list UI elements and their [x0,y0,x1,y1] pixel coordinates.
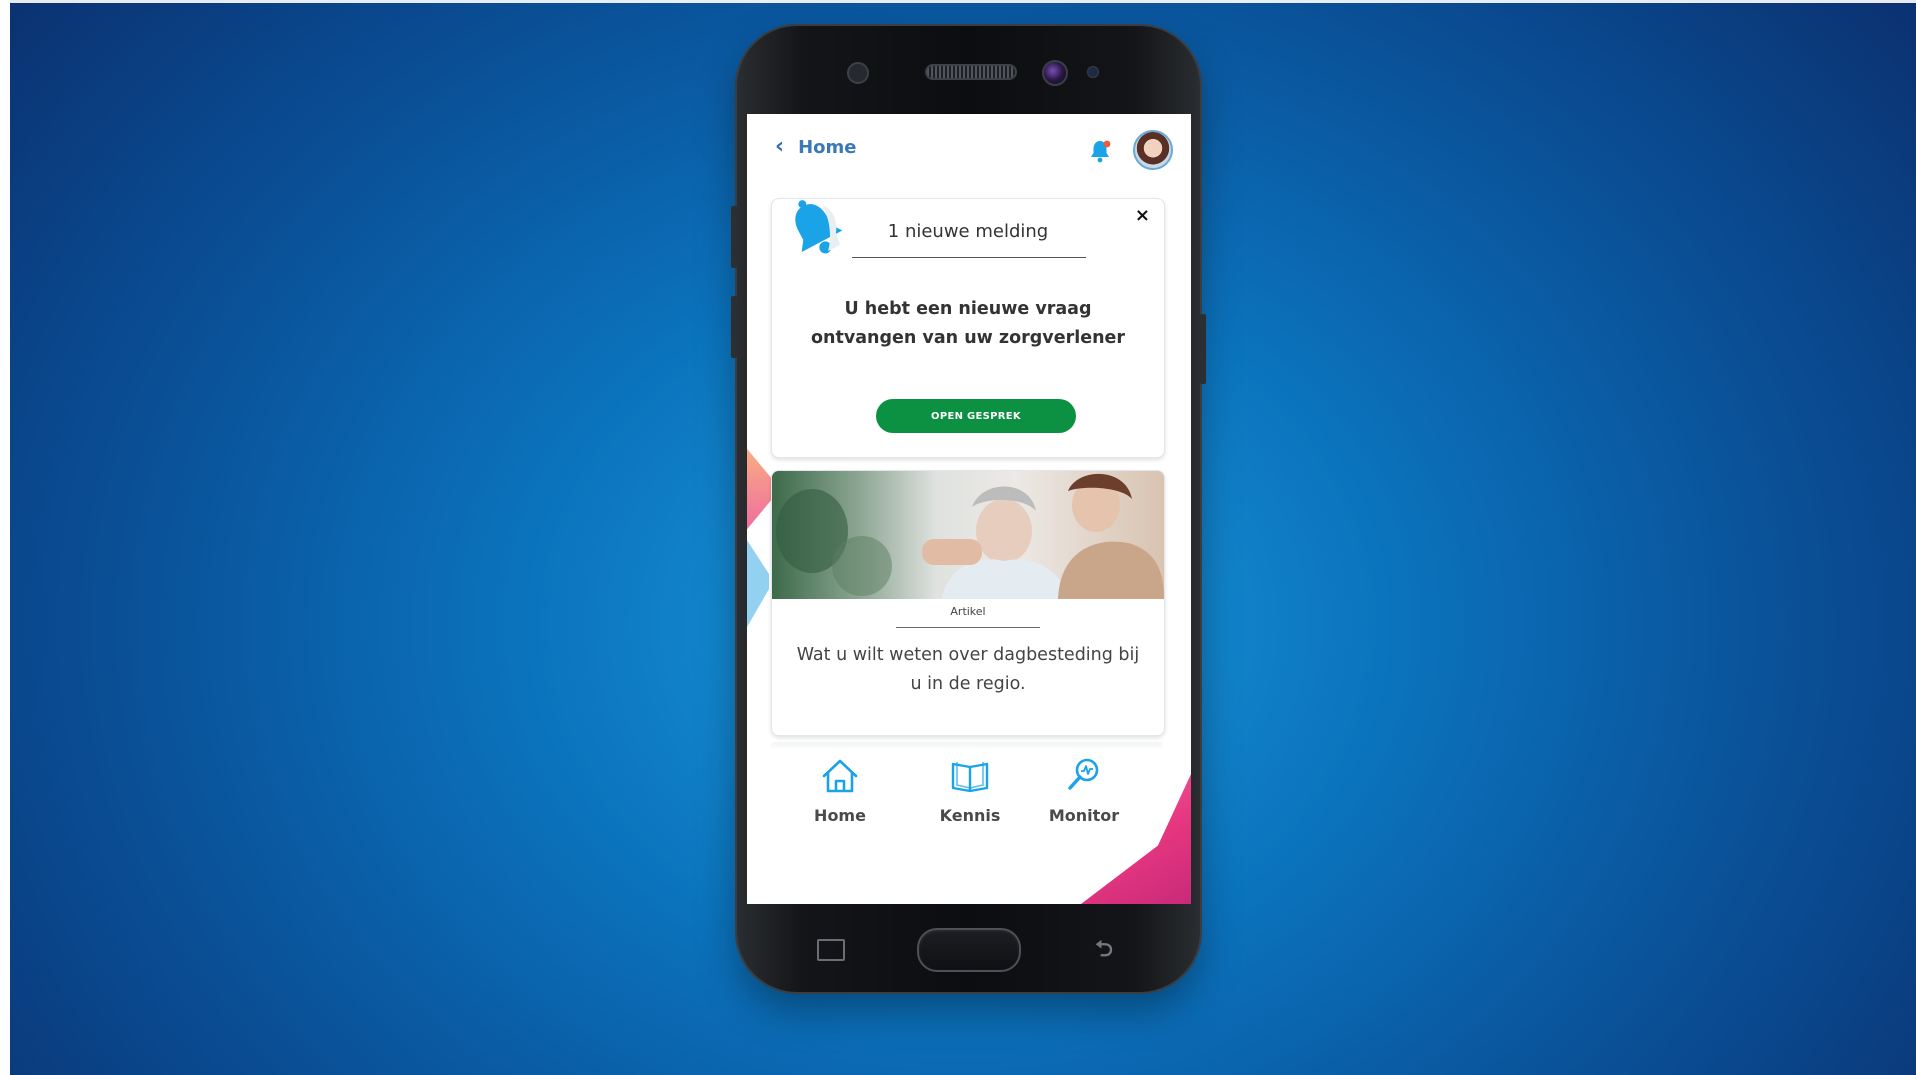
volume-up-button[interactable] [731,206,737,268]
back-button[interactable]: ‹ Home [775,136,856,158]
back-arrow-icon[interactable]: ⮌ [1089,938,1119,962]
article-tag: Artikel [950,605,986,618]
nav-label-kennis: Kennis [939,806,1001,825]
nav-label-monitor: Monitor [1048,806,1120,825]
article-image [772,471,1164,599]
close-button[interactable]: × [1135,205,1150,226]
power-button[interactable] [1200,314,1206,384]
nav-separator [771,742,1163,750]
bottom-nav: Home Kennis Monitor [747,754,1191,864]
decorative-shape [747,534,769,634]
book-icon [951,762,989,793]
earpiece-speaker [925,64,1017,80]
divider [896,627,1040,628]
divider [852,257,1086,258]
open-conversation-button[interactable]: OPEN GESPREK [876,399,1076,433]
home-key[interactable] [917,928,1021,972]
article-title: Wat u wilt weten over dagbesteding bij u… [796,645,1140,694]
decorative-shape [747,444,773,534]
recent-apps-key[interactable] [817,939,845,961]
notification-title: 1 nieuwe melding [887,221,1049,242]
home-icon [822,759,858,793]
nav-item-home[interactable]: Home [795,754,885,825]
app-screen: ‹ Home 1 nieuwe melding × U hebt een nie… [747,114,1191,904]
nav-item-monitor[interactable]: Monitor [1039,754,1129,825]
left-edge [0,0,10,1075]
top-edge [0,0,1916,3]
proximity-sensor [1087,66,1099,78]
bell-icon[interactable] [1087,138,1113,164]
notification-card: 1 nieuwe melding × U hebt een nieuwe vra… [771,198,1165,458]
notification-message: U hebt een nieuwe vraag ontvangen van uw… [810,299,1126,348]
app-header: ‹ Home [747,114,1191,178]
volume-down-button[interactable] [731,296,737,358]
back-label: Home [798,136,857,158]
phone-frame: ‹ Home 1 nieuwe melding × U hebt een nie… [731,26,1206,992]
chevron-left-icon: ‹ [775,134,785,159]
avatar[interactable] [1133,130,1173,170]
monitor-icon [1068,758,1099,790]
nav-item-kennis[interactable]: Kennis [925,754,1015,825]
camera-lens [1042,60,1068,86]
front-camera [847,62,869,84]
article-card[interactable]: Artikel Wat u wilt weten over dagbestedi… [771,470,1165,736]
nav-label-home: Home [814,806,866,825]
bell-icon [795,200,843,254]
